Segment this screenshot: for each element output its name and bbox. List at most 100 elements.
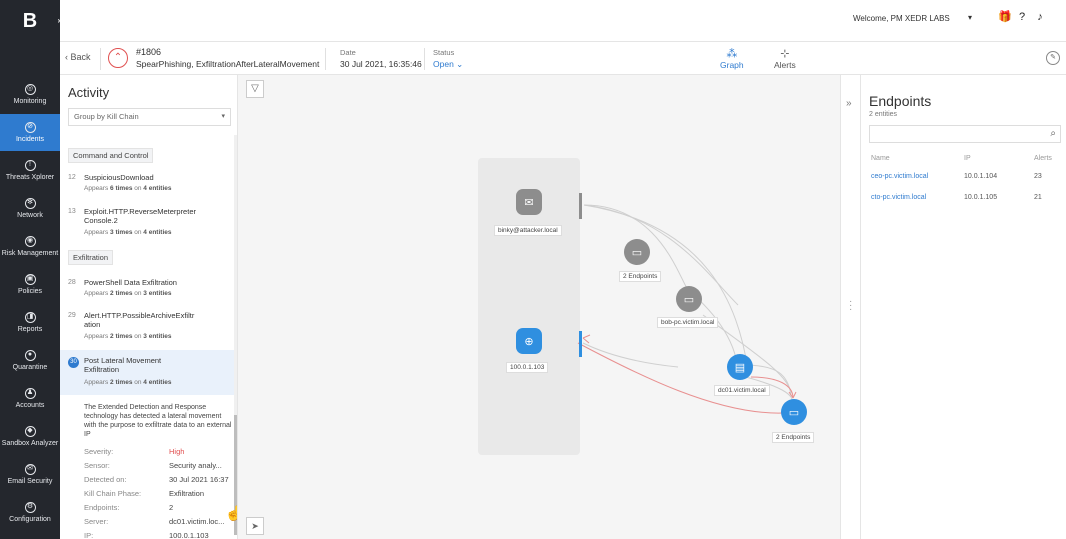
detail-server: Server: dc01.victim.loc...: [84, 517, 225, 526]
endpoints-group-icon[interactable]: ▭: [781, 399, 807, 425]
column-header-name[interactable]: Name: [871, 155, 890, 162]
configuration-icon: ⚙: [24, 501, 36, 513]
node-label-external-ip[interactable]: 100.0.1.103: [506, 362, 549, 373]
incident-number: #1806: [136, 47, 162, 57]
tab-alerts[interactable]: ⊹ Alerts: [774, 48, 796, 70]
panel-collapse-bar[interactable]: » · · ·: [840, 75, 861, 539]
node-label-bob-pc[interactable]: bob-pc.victim.local: [657, 317, 719, 328]
divider: [325, 48, 326, 70]
resize-grip-icon[interactable]: · · ·: [849, 297, 852, 315]
policies-icon: ▣: [24, 273, 36, 285]
node-label-attacker-email[interactable]: binky@attacker.local: [494, 225, 562, 236]
endpoint-link[interactable]: cto-pc.victim.local: [871, 194, 926, 201]
graph-icon: ⁂: [726, 48, 738, 60]
detail-ip: IP: 100.0.1.103: [84, 531, 209, 539]
table-row[interactable]: ceo-pc.victim.local 10.0.1.104 23: [861, 173, 1066, 185]
quarantine-icon: ●: [24, 349, 36, 361]
top-bar: Welcome, PM XEDR LABS ▾ 🎁 ? ♪: [60, 0, 1066, 42]
email-icon: ✉: [24, 463, 36, 475]
nav-item-configuration[interactable]: ⚙ Configuration: [0, 494, 60, 531]
left-nav: B › ◎ Monitoring ⊘ Incidents ! Threats Xplo…: [0, 0, 64, 539]
nav-item-reports[interactable]: ◨ Reports: [0, 304, 60, 341]
activity-item[interactable]: 12 SuspiciousDownload Appears 6 times on…: [68, 173, 233, 195]
phase-exfiltration[interactable]: Exfiltration: [68, 250, 114, 265]
bell-icon[interactable]: ♪: [1034, 11, 1046, 23]
chevron-down-icon: ▾: [221, 113, 225, 120]
chevron-down-icon[interactable]: ▾: [968, 13, 972, 22]
activity-panel: Activity Group by Kill Chain ▾ Command an…: [60, 75, 238, 539]
edit-icon[interactable]: ✎: [1046, 51, 1060, 65]
activity-item[interactable]: 29 Alert.HTTP.PossibleArchiveExfiltratio…: [68, 311, 233, 343]
activity-title: Activity: [68, 85, 110, 100]
column-header-alerts[interactable]: Alerts: [1034, 155, 1052, 162]
node-label-dc01[interactable]: dc01.victim.local: [714, 385, 770, 396]
back-button[interactable]: ‹ Back: [65, 52, 91, 62]
globe-node-icon[interactable]: ⊕: [516, 328, 542, 354]
detail-kill-chain-phase: Kill Chain Phase: Exfiltration: [84, 489, 205, 498]
date-label: Date: [340, 48, 356, 57]
gift-icon[interactable]: 🎁: [998, 11, 1012, 23]
incident-header: ‹ Back ⌃ #1806 SpearPhishing, Exfiltrati…: [60, 42, 1066, 75]
activity-number-badge: 30: [68, 357, 79, 368]
group-by-select[interactable]: Group by Kill Chain ▾: [68, 108, 231, 126]
nav-item-sandbox-analyzer[interactable]: ◆ Sandbox Analyzer: [0, 418, 60, 455]
endpoints-title: Endpoints: [869, 93, 932, 109]
search-icon[interactable]: ⌕: [1050, 128, 1056, 139]
detail-endpoints: Endpoints: 2: [84, 503, 174, 512]
nav-item-threats-xplorer[interactable]: ! Threats Xplorer: [0, 152, 60, 189]
incident-type-icon: ⌃: [108, 48, 128, 68]
status-dropdown[interactable]: Open ⌄: [433, 59, 463, 70]
phase-command-and-control[interactable]: Command and Control: [68, 148, 154, 163]
risk-icon: ◉: [24, 235, 36, 247]
help-icon[interactable]: ?: [1016, 11, 1028, 23]
incidents-icon: ⊘: [24, 121, 36, 133]
hand-cursor-icon: ☝: [225, 505, 237, 522]
divider: [100, 48, 101, 70]
endpoint-link[interactable]: ceo-pc.victim.local: [871, 173, 928, 180]
activity-item[interactable]: 13 Exploit.HTTP.ReverseMeterpreter Conso…: [68, 207, 233, 239]
endpoints-panel: Endpoints 2 entities ⌕ Name IP Alerts ce…: [861, 75, 1066, 539]
activity-description: The Extended Detection and Response tech…: [84, 404, 232, 438]
tab-graph[interactable]: ⁂ Graph: [720, 48, 744, 70]
alerts-tree-icon: ⊹: [780, 48, 790, 60]
detail-sensor: Sensor: Security analy...: [84, 461, 222, 470]
activity-item-selected[interactable]: 30 Post Lateral Movement Exfiltration Ap…: [60, 350, 234, 395]
nav-item-monitoring[interactable]: ◎ Monitoring: [0, 76, 60, 113]
status-label: Status: [433, 48, 455, 57]
endpoints-group-icon[interactable]: ▭: [624, 239, 650, 265]
nav-item-quarantine[interactable]: ● Quarantine: [0, 342, 60, 379]
email-node-icon[interactable]: ✉: [516, 189, 542, 215]
double-chevron-right-icon[interactable]: »: [846, 98, 852, 109]
sandbox-icon: ◆: [24, 425, 36, 437]
nav-item-incidents[interactable]: ⊘ Incidents: [0, 114, 60, 151]
endpoints-count: 2 entities: [869, 111, 898, 118]
network-icon: ✻: [24, 197, 36, 209]
activity-item[interactable]: 28 PowerShell Data Exfiltration Appears …: [68, 278, 233, 300]
server-node-icon[interactable]: ▤: [727, 354, 753, 380]
nav-item-network[interactable]: ✻ Network: [0, 190, 60, 227]
logo[interactable]: B ›: [0, 0, 64, 42]
logo-text: B: [22, 9, 38, 32]
node-marker: [579, 193, 582, 219]
reports-icon: ◨: [24, 311, 36, 323]
accounts-icon: ♟: [24, 387, 36, 399]
node-label-endpoints-group-2[interactable]: 2 Endpoints: [772, 432, 815, 443]
endpoints-search-input[interactable]: ⌕: [869, 125, 1061, 143]
nav-item-risk-management[interactable]: ◉ Risk Management: [0, 228, 60, 265]
node-marker: [579, 331, 582, 357]
table-row[interactable]: cto-pc.victim.local 10.0.1.105 21: [861, 194, 1066, 206]
top-icons: 🎁 ? ♪: [998, 11, 1046, 23]
threats-icon: !: [24, 159, 36, 171]
divider: [424, 48, 425, 70]
node-label-endpoints-group-1[interactable]: 2 Endpoints: [619, 271, 662, 282]
app-root: B › ◎ Monitoring ⊘ Incidents ! Threats Xplo…: [0, 0, 1066, 539]
incident-name: SpearPhishing, ExfiltrationAfterLateralM…: [136, 59, 320, 69]
welcome-text[interactable]: Welcome, PM XEDR LABS: [853, 14, 950, 23]
column-header-ip[interactable]: IP: [964, 155, 971, 162]
monitoring-icon: ◎: [24, 83, 36, 95]
computer-node-icon[interactable]: ▭: [676, 286, 702, 312]
nav-item-policies[interactable]: ▣ Policies: [0, 266, 60, 303]
nav-item-email-security[interactable]: ✉ Email Security: [0, 456, 60, 493]
nav-item-accounts[interactable]: ♟ Accounts: [0, 380, 60, 417]
graph-canvas[interactable]: ▽ ➤ ✉ binky@attacker.local ⊕ 100.0.1.103…: [238, 75, 840, 539]
